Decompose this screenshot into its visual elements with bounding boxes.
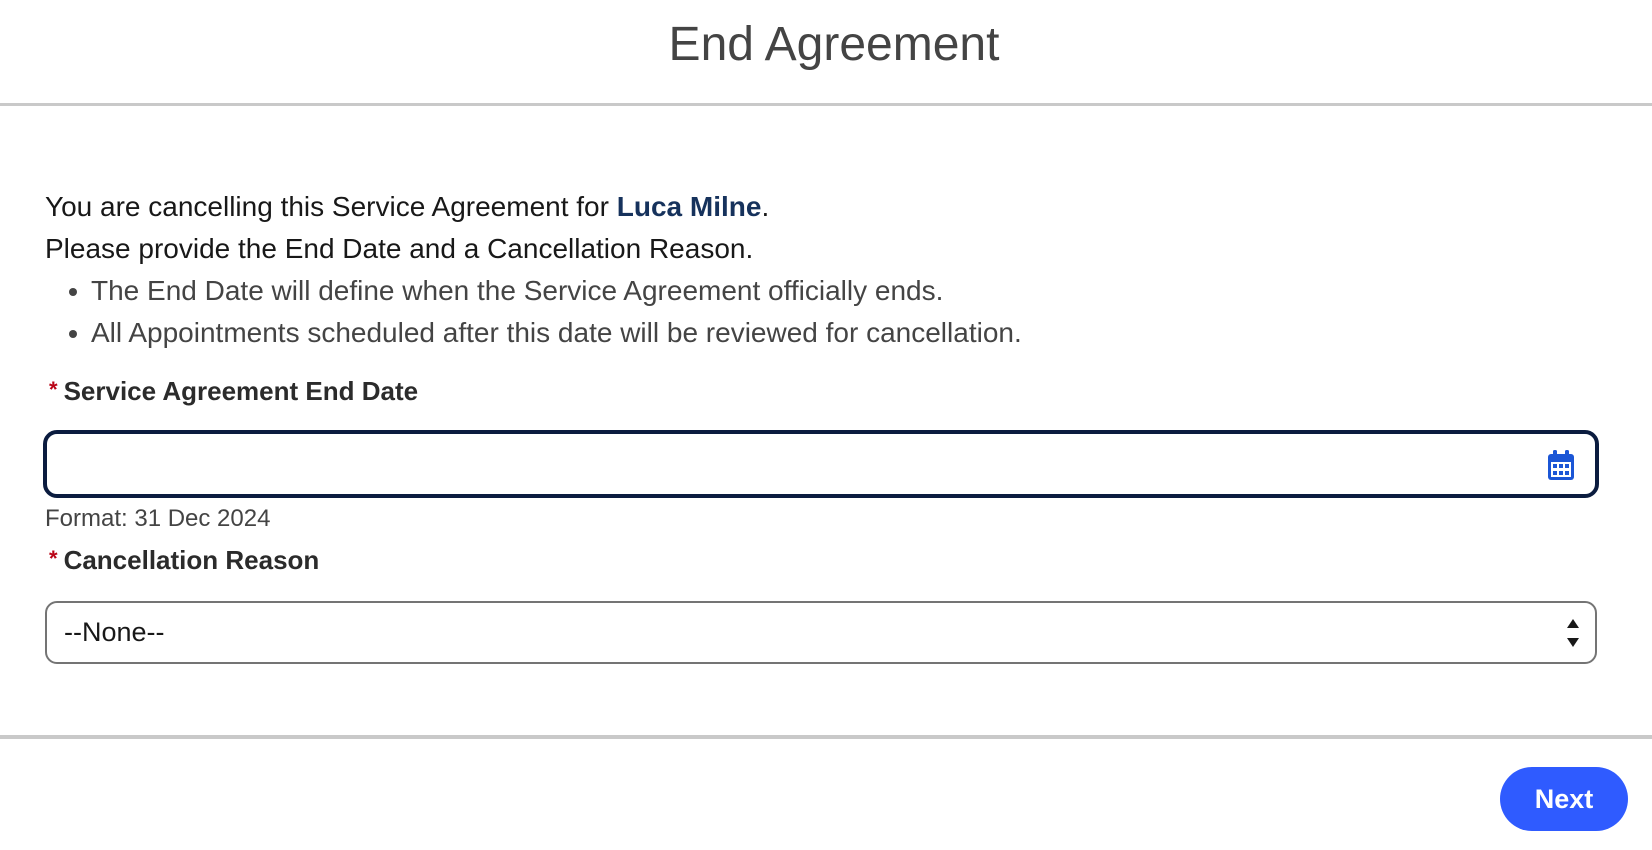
intro-prefix: You are cancelling this Service Agreemen… bbox=[45, 191, 617, 222]
sort-arrows-icon bbox=[1567, 619, 1579, 647]
page-title: End Agreement bbox=[668, 18, 1000, 71]
instructions-list: The End Date will define when the Servic… bbox=[45, 270, 1605, 354]
date-format-hint: Format: 31 Dec 2024 bbox=[45, 505, 271, 532]
end-agreement-modal: End Agreement You are cancelling this Se… bbox=[0, 0, 1652, 850]
intro-section: You are cancelling this Service Agreemen… bbox=[45, 186, 1605, 354]
intro-line-2: Please provide the End Date and a Cancel… bbox=[45, 233, 754, 264]
next-button[interactable]: Next bbox=[1500, 767, 1628, 831]
calendar-icon[interactable] bbox=[1545, 448, 1577, 482]
account-name: Luca Milne bbox=[616, 191, 762, 222]
end-date-input[interactable] bbox=[61, 442, 1525, 488]
intro-line-1: You are cancelling this Service Agreemen… bbox=[45, 186, 1605, 228]
end-date-field[interactable] bbox=[43, 430, 1599, 498]
list-item: The End Date will define when the Servic… bbox=[69, 270, 1605, 312]
end-date-label: * Service Agreement End Date bbox=[49, 376, 418, 407]
select-value: --None-- bbox=[64, 617, 165, 647]
cancellation-reason-label: * Cancellation Reason bbox=[49, 545, 319, 576]
cancellation-reason-select[interactable]: --None-- bbox=[45, 601, 1597, 664]
intro-suffix: . bbox=[761, 191, 770, 222]
calendar-icon-graphic bbox=[1548, 450, 1574, 480]
modal-header: End Agreement bbox=[0, 0, 1652, 106]
list-item: All Appointments scheduled after this da… bbox=[69, 312, 1605, 354]
cancellation-reason-label-text: Cancellation Reason bbox=[63, 545, 320, 575]
end-date-label-text: Service Agreement End Date bbox=[63, 376, 419, 406]
required-marker: * bbox=[49, 546, 58, 571]
required-marker: * bbox=[49, 377, 58, 402]
modal-footer: Next bbox=[0, 735, 1652, 850]
